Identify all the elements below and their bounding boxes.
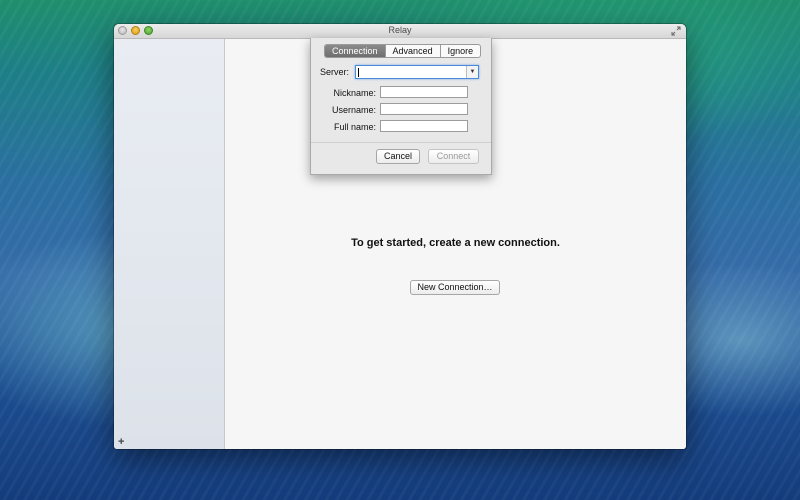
sheet-divider	[311, 142, 491, 143]
chevron-down-icon[interactable]: ▼	[466, 66, 478, 78]
sidebar: +	[114, 39, 225, 449]
connection-sheet: Connection Advanced Ignore Server: ▼ Nic…	[310, 38, 492, 175]
new-connection-button[interactable]: New Connection…	[410, 280, 500, 295]
cancel-button[interactable]: Cancel	[376, 149, 420, 164]
text-cursor	[358, 68, 359, 77]
server-combobox[interactable]: ▼	[355, 65, 479, 79]
window-title: Relay	[388, 25, 412, 35]
fullname-label: Full name:	[333, 122, 376, 132]
username-label: Username:	[331, 105, 376, 115]
title-bar[interactable]: Relay	[114, 24, 686, 39]
username-field[interactable]	[380, 103, 468, 115]
server-label: Server:	[319, 67, 349, 77]
connect-button[interactable]: Connect	[428, 149, 479, 164]
fullscreen-icon[interactable]	[671, 26, 681, 36]
add-icon[interactable]: +	[118, 436, 124, 448]
connection-panel: Server: ▼ Nickname: Username: Full name:	[311, 51, 491, 141]
nickname-field[interactable]	[380, 86, 468, 98]
nickname-label: Nickname:	[333, 88, 376, 98]
empty-state-headline: To get started, create a new connection.	[351, 237, 560, 249]
fullname-field[interactable]	[380, 120, 468, 132]
